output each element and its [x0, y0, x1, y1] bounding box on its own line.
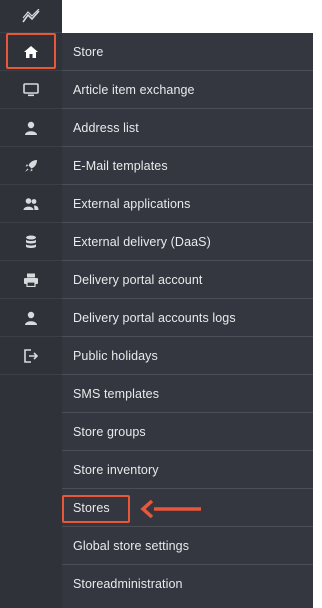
menu-item-label: Public holidays — [73, 348, 158, 363]
menu-item-sms-templates[interactable]: SMS templates — [62, 375, 313, 413]
rail-item-database[interactable] — [0, 223, 62, 261]
store-submenu: Store Article item exchange Address list… — [62, 33, 313, 608]
rail-item-users[interactable] — [0, 185, 62, 223]
menu-item-label: Article item exchange — [73, 82, 195, 97]
menu-item-label: Delivery portal account — [73, 272, 203, 287]
menu-item-article-item-exchange[interactable]: Article item exchange — [62, 71, 313, 109]
rail-item-printer[interactable] — [0, 261, 62, 299]
user-icon — [24, 121, 38, 135]
menu-item-store-inventory[interactable]: Store inventory — [62, 451, 313, 489]
app-frame: Store Article item exchange Address list… — [0, 0, 322, 608]
rail-item-home[interactable] — [0, 33, 62, 71]
menu-item-label: Stores — [73, 500, 110, 515]
menu-item-external-delivery[interactable]: External delivery (DaaS) — [62, 223, 313, 261]
menu-item-label: SMS templates — [73, 386, 160, 401]
menu-item-email-templates[interactable]: E-Mail templates — [62, 147, 313, 185]
menu-item-delivery-portal-accounts-logs[interactable]: Delivery portal accounts logs — [62, 299, 313, 337]
icon-sidebar — [0, 0, 62, 608]
menu-item-label: Store — [73, 44, 104, 59]
menu-item-delivery-portal-account[interactable]: Delivery portal account — [62, 261, 313, 299]
database-icon — [25, 235, 37, 249]
printer-icon — [23, 273, 39, 287]
annotation-arrow-icon — [140, 500, 201, 518]
menu-item-store-groups[interactable]: Store groups — [62, 413, 313, 451]
menu-item-external-applications[interactable]: External applications — [62, 185, 313, 223]
menu-item-label: Delivery portal accounts logs — [73, 310, 236, 325]
activity-chart-icon — [22, 9, 40, 23]
monitor-icon — [23, 82, 39, 97]
rail-item-rocket[interactable] — [0, 147, 62, 185]
rail-item-user[interactable] — [0, 109, 62, 147]
menu-item-address-list[interactable]: Address list — [62, 109, 313, 147]
rail-item-activity[interactable] — [0, 0, 62, 33]
menu-item-label: Storeadministration — [73, 577, 183, 591]
menu-item-store[interactable]: Store — [62, 33, 313, 71]
menu-item-label: E-Mail templates — [73, 158, 168, 173]
menu-item-label: External delivery (DaaS) — [73, 234, 211, 249]
menu-item-label: Address list — [73, 120, 139, 135]
menu-item-storeadministration[interactable]: Storeadministration — [62, 565, 313, 603]
menu-item-public-holidays[interactable]: Public holidays — [62, 337, 313, 375]
rail-item-monitor[interactable] — [0, 71, 62, 109]
user-profile-icon — [24, 311, 38, 325]
users-icon — [23, 197, 39, 211]
menu-item-label: Store groups — [73, 424, 146, 439]
rail-item-profile[interactable] — [0, 299, 62, 337]
menu-item-label: Store inventory — [73, 462, 159, 477]
menu-item-label: Global store settings — [73, 538, 190, 553]
menu-item-label: External applications — [73, 196, 191, 211]
home-icon — [23, 45, 39, 59]
logout-icon — [23, 348, 39, 363]
rail-item-logout[interactable] — [0, 337, 62, 375]
rocket-icon — [24, 159, 38, 173]
menu-item-global-store-settings[interactable]: Global store settings — [62, 527, 313, 565]
